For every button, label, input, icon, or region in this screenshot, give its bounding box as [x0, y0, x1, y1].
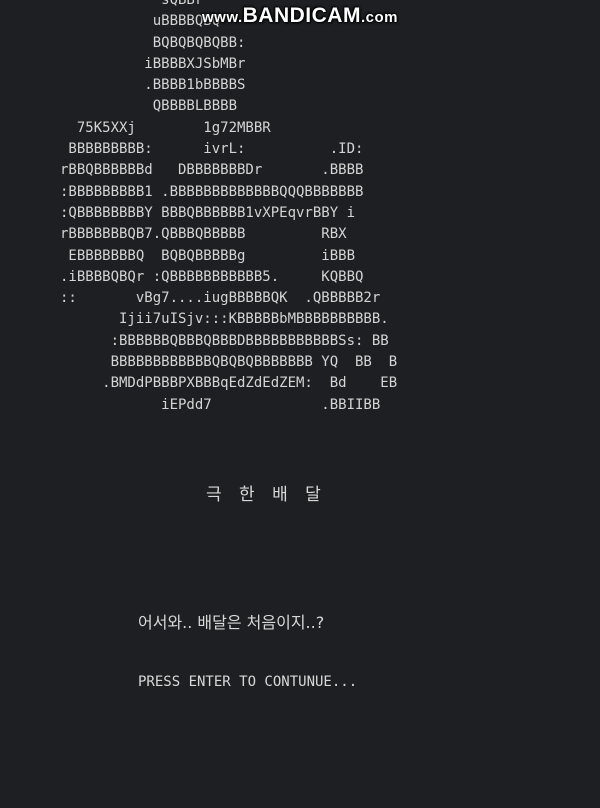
game-title: 극 한 배 달: [206, 485, 327, 505]
watermark-suffix: .com: [360, 9, 398, 26]
bandicam-watermark: www.BANDICAM.com: [180, 4, 420, 28]
watermark-brand: BANDICAM: [242, 4, 361, 27]
greeting-text: 어서와.. 배달은 처음이지..?: [138, 613, 325, 632]
watermark-prefix: www.: [202, 9, 243, 26]
ascii-art-logo: sQBBr uBBBBQBQ BQBQBQBQBB: iBBBBXJSbMBr …: [60, 0, 398, 413]
press-enter-prompt[interactable]: PRESS ENTER TO CONTUNUE...: [138, 674, 357, 690]
